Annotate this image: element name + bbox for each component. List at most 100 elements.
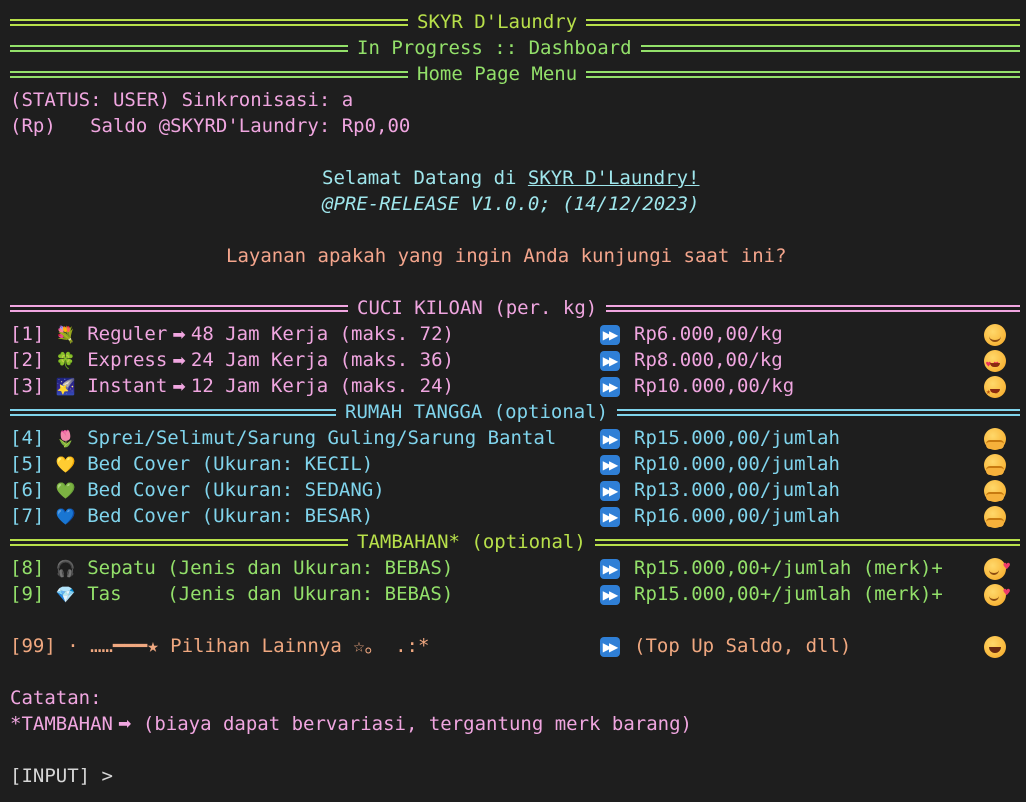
banner-rule bbox=[10, 70, 408, 78]
saldo-line: (Rp) Saldo @SKYRD'Laundry: Rp0,00 bbox=[10, 115, 411, 137]
menu-item-label: [5] 💛 Bed Cover (Ukuran: KECIL) bbox=[10, 451, 373, 478]
menu-number: [9] bbox=[10, 582, 45, 605]
menu-item-name: Sepatu (Jenis dan Ukuran: BEBAS) bbox=[87, 556, 454, 579]
star-struck-emoji-icon bbox=[984, 373, 1006, 405]
welcome-line: Selamat Datang di SKYR D'Laundry! bbox=[10, 165, 1020, 191]
fast-forward-icon: ▶▶ bbox=[600, 373, 620, 399]
menu-item-2[interactable]: [2] 🍀 Express ➡ 24 Jam Kerja (maks. 36) ▶… bbox=[10, 347, 1020, 378]
brand-link[interactable]: SKYR D'Laundry! bbox=[528, 165, 700, 191]
section-rumah-tangga: RUMAH TANGGA (optional) bbox=[10, 399, 1020, 425]
input-prompt[interactable]: [INPUT] > bbox=[10, 763, 1020, 789]
heart-eyes-emoji-icon bbox=[984, 347, 1006, 378]
menu-item-label: [7] 💙 Bed Cover (Ukuran: BESAR) bbox=[10, 503, 373, 530]
banner-rule bbox=[10, 304, 348, 312]
menu-item-5[interactable]: [5] 💛 Bed Cover (Ukuran: KECIL) ▶▶ Rp10.00… bbox=[10, 451, 1020, 477]
menu-item-price: Rp6.000,00/kg bbox=[634, 323, 783, 345]
page-title: Home Page Menu bbox=[417, 63, 578, 85]
menu-item-8[interactable]: [8] 🎧 Sepatu (Jenis dan Ukuran: BEBAS) ▶▶… bbox=[10, 554, 1020, 582]
banner-rule bbox=[10, 538, 348, 546]
menu-item-7[interactable]: [7] 💙 Bed Cover (Ukuran: BESAR) ▶▶ Rp16.00… bbox=[10, 503, 1020, 529]
banner-rule bbox=[606, 304, 1020, 312]
menu-number: [2] bbox=[10, 348, 45, 371]
welcome-text: Selamat Datang di bbox=[322, 167, 528, 189]
menu-item-price: Rp10.000,00/kg bbox=[634, 375, 795, 397]
menu-number: [5] bbox=[10, 452, 45, 475]
menu-item-label: [6] 💚 Bed Cover (Ukuran: SEDANG) bbox=[10, 477, 385, 504]
banner-rule bbox=[640, 44, 1020, 52]
menu-item-name: Reguler bbox=[87, 322, 168, 345]
menu-item-price: Rp15.000,00+/jumlah (merk)+ bbox=[634, 583, 943, 605]
banner-rule bbox=[10, 18, 408, 26]
title-banner: SKYR D'Laundry bbox=[10, 9, 1020, 35]
banner-rule bbox=[586, 18, 1020, 26]
right-arrow-icon: ➡ bbox=[112, 714, 132, 733]
subtitle-banner: In Progress :: Dashboard bbox=[10, 35, 1020, 61]
menu-item-detail: 48 Jam Kerja (maks. 72) bbox=[190, 322, 454, 345]
fast-forward-icon: ▶▶ bbox=[600, 633, 620, 659]
banner-rule bbox=[586, 70, 1020, 78]
green-heart-icon: 💚 bbox=[55, 480, 76, 500]
menu-item-6[interactable]: [6] 💚 Bed Cover (Ukuran: SEDANG) ▶▶ Rp13.0… bbox=[10, 477, 1020, 503]
right-arrow-icon: ➡ bbox=[167, 324, 191, 344]
hug-emoji-icon bbox=[984, 477, 1006, 503]
fast-forward-icon: ▶▶ bbox=[600, 581, 620, 607]
menu-item-name: Tas (Jenis dan Ukuran: BEBAS) bbox=[87, 582, 454, 605]
page-banner: Home Page Menu bbox=[10, 61, 1020, 87]
banner-rule bbox=[617, 408, 1020, 416]
grin-emoji-icon bbox=[984, 633, 1006, 659]
fast-forward-icon: ▶▶ bbox=[600, 451, 620, 477]
section-title: RUMAH TANGGA (optional) bbox=[345, 401, 609, 423]
flower-icon: 💐 bbox=[55, 324, 76, 344]
yellow-heart-icon: 💛 bbox=[55, 454, 76, 474]
menu-item-name: Instant bbox=[87, 374, 168, 397]
menu-item-name: Bed Cover (Ukuran: BESAR) bbox=[87, 504, 374, 527]
section-tambahan: TAMBAHAN* (optional) bbox=[10, 529, 1020, 555]
section-title: CUCI KILOAN (per. kg) bbox=[357, 297, 598, 319]
fast-forward-icon: ▶▶ bbox=[600, 477, 620, 503]
menu-item-label: [8] 🎧 Sepatu (Jenis dan Ukuran: BEBAS) bbox=[10, 555, 453, 582]
question-line: Layanan apakah yang ingin Anda kunjungi … bbox=[226, 245, 787, 267]
section-title: TAMBAHAN* (optional) bbox=[357, 531, 586, 553]
menu-number: [4] bbox=[10, 426, 45, 449]
smiling-hearts-emoji-icon bbox=[984, 580, 1010, 607]
app-title: SKYR D'Laundry bbox=[417, 11, 578, 33]
menu-item-price: Rp15.000,00/jumlah bbox=[634, 427, 840, 449]
menu-item-label: [2] 🍀 Express ➡ 24 Jam Kerja (maks. 36) bbox=[10, 347, 454, 374]
menu-item-label: [4] 🌷 Sprei/Selimut/Sarung Guling/Sarung… bbox=[10, 425, 556, 452]
menu-item-detail: 12 Jam Kerja (maks. 24) bbox=[190, 374, 454, 397]
right-arrow-icon: ➡ bbox=[167, 376, 191, 396]
notes-title: Catatan: bbox=[10, 687, 102, 709]
section-cuci-kiloan: CUCI KILOAN (per. kg) bbox=[10, 295, 1020, 321]
menu-item-detail: 24 Jam Kerja (maks. 36) bbox=[190, 348, 454, 371]
hug-emoji-icon bbox=[984, 425, 1006, 451]
menu-number: [3] bbox=[10, 374, 45, 397]
fast-forward-icon: ▶▶ bbox=[600, 503, 620, 529]
fast-forward-icon: ▶▶ bbox=[600, 347, 620, 373]
menu-item-9[interactable]: [9] 💎 Tas (Jenis dan Ukuran: BEBAS) ▶▶ Rp1… bbox=[10, 580, 1020, 607]
other-option-text: · ……━━━★ Pilihan Lainnya ☆。 .:* bbox=[67, 635, 430, 657]
banner-rule bbox=[10, 408, 336, 416]
menu-item-1[interactable]: [1] 💐 Reguler ➡ 48 Jam Kerja (maks. 72) ▶… bbox=[10, 321, 1020, 347]
menu-item-name: Bed Cover (Ukuran: KECIL) bbox=[87, 452, 374, 475]
headphones-icon: 🎧 bbox=[55, 558, 76, 578]
menu-item-name: Bed Cover (Ukuran: SEDANG) bbox=[87, 478, 385, 501]
menu-item-3[interactable]: [3] 🌠 Instant ➡ 12 Jam Kerja (maks. 24) ▶… bbox=[10, 373, 1020, 405]
menu-number: [99] bbox=[10, 635, 56, 657]
night-sky-icon: 🌠 bbox=[55, 376, 76, 396]
hug-emoji-icon bbox=[984, 451, 1006, 477]
fast-forward-icon: ▶▶ bbox=[600, 321, 620, 347]
other-option-price: (Top Up Saldo, dll) bbox=[634, 635, 852, 657]
menu-item-4[interactable]: [4] 🌷 Sprei/Selimut/Sarung Guling/Sarung… bbox=[10, 425, 1020, 451]
menu-item-price: Rp8.000,00/kg bbox=[634, 349, 783, 371]
menu-number: [6] bbox=[10, 478, 45, 501]
version-line: @PRE-RELEASE V1.0.0; (14/12/2023) bbox=[322, 193, 700, 215]
menu-item-99[interactable]: [99] · ……━━━★ Pilihan Lainnya ☆。 .:* ▶▶ … bbox=[10, 633, 1020, 659]
tulip-icon: 🌷 bbox=[55, 428, 76, 448]
smiling-hearts-emoji-icon bbox=[984, 554, 1010, 581]
banner-rule bbox=[594, 538, 1020, 546]
hug-emoji-icon bbox=[984, 503, 1006, 529]
banner-rule bbox=[10, 44, 348, 52]
menu-item-price: Rp10.000,00/jumlah bbox=[634, 453, 840, 475]
menu-number: [7] bbox=[10, 504, 45, 527]
fast-forward-icon: ▶▶ bbox=[600, 425, 620, 451]
